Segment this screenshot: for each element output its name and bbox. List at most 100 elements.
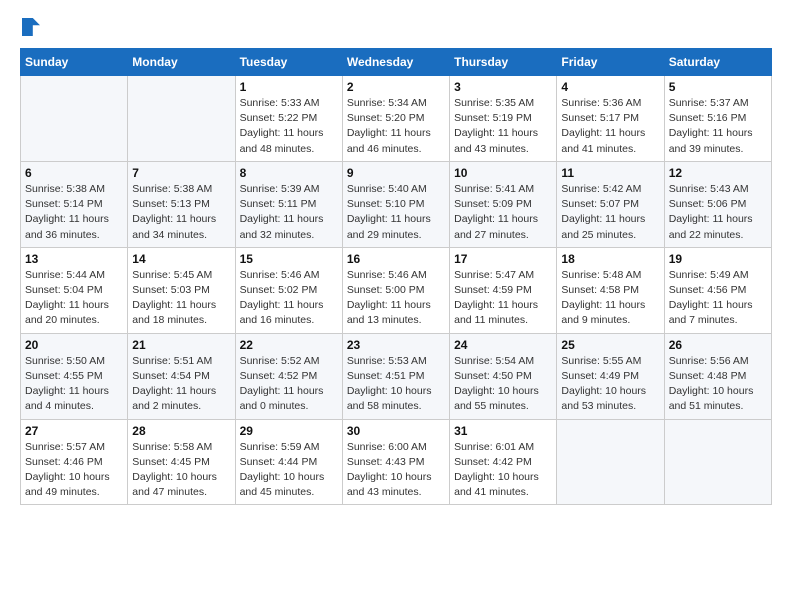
- calendar-cell: [21, 76, 128, 162]
- day-info: Sunrise: 5:33 AM Sunset: 5:22 PM Dayligh…: [240, 96, 338, 157]
- calendar-cell: 7 Sunrise: 5:38 AM Sunset: 5:13 PM Daylig…: [128, 161, 235, 247]
- calendar-cell: 9 Sunrise: 5:40 AM Sunset: 5:10 PM Daylig…: [342, 161, 449, 247]
- page-header: [20, 20, 772, 32]
- calendar-cell: 14 Sunrise: 5:45 AM Sunset: 5:03 PM Dayli…: [128, 247, 235, 333]
- calendar-week-row: 13 Sunrise: 5:44 AM Sunset: 5:04 PM Dayli…: [21, 247, 772, 333]
- day-number: 9: [347, 166, 445, 180]
- day-number: 30: [347, 424, 445, 438]
- day-number: 20: [25, 338, 123, 352]
- day-number: 29: [240, 424, 338, 438]
- calendar-cell: 22 Sunrise: 5:52 AM Sunset: 4:52 PM Dayli…: [235, 333, 342, 419]
- calendar-cell: 8Sunrise: 5:39 AM Sunset: 5:11 PM Daylig…: [235, 161, 342, 247]
- calendar-week-row: 1 Sunrise: 5:33 AM Sunset: 5:22 PM Daylig…: [21, 76, 772, 162]
- day-number: 3: [454, 80, 552, 94]
- day-info: Sunrise: 5:38 AM Sunset: 5:13 PM Dayligh…: [132, 182, 230, 243]
- day-info: Sunrise: 5:47 AM Sunset: 4:59 PM Dayligh…: [454, 268, 552, 329]
- logo: [20, 20, 40, 32]
- calendar-cell: 28Sunrise: 5:58 AM Sunset: 4:45 PM Dayli…: [128, 419, 235, 505]
- day-info: Sunrise: 5:50 AM Sunset: 4:55 PM Dayligh…: [25, 354, 123, 415]
- day-number: 21: [132, 338, 230, 352]
- day-number: 19: [669, 252, 767, 266]
- day-number: 24: [454, 338, 552, 352]
- calendar-cell: 16Sunrise: 5:46 AM Sunset: 5:00 PM Dayli…: [342, 247, 449, 333]
- calendar-week-row: 27Sunrise: 5:57 AM Sunset: 4:46 PM Dayli…: [21, 419, 772, 505]
- day-number: 4: [561, 80, 659, 94]
- calendar-cell: 10 Sunrise: 5:41 AM Sunset: 5:09 PM Dayli…: [450, 161, 557, 247]
- day-info: Sunrise: 5:49 AM Sunset: 4:56 PM Dayligh…: [669, 268, 767, 329]
- day-info: Sunrise: 6:01 AM Sunset: 4:42 PM Dayligh…: [454, 440, 552, 501]
- day-info: Sunrise: 5:48 AM Sunset: 4:58 PM Dayligh…: [561, 268, 659, 329]
- day-info: Sunrise: 5:52 AM Sunset: 4:52 PM Dayligh…: [240, 354, 338, 415]
- calendar-cell: 30 Sunrise: 6:00 AM Sunset: 4:43 PM Dayli…: [342, 419, 449, 505]
- day-info: Sunrise: 6:00 AM Sunset: 4:43 PM Dayligh…: [347, 440, 445, 501]
- day-number: 25: [561, 338, 659, 352]
- calendar-header-thursday: Thursday: [450, 49, 557, 76]
- calendar-table: SundayMondayTuesdayWednesdayThursdayFrid…: [20, 48, 772, 505]
- day-info: Sunrise: 5:55 AM Sunset: 4:49 PM Dayligh…: [561, 354, 659, 415]
- day-number: 11: [561, 166, 659, 180]
- calendar-cell: 11Sunrise: 5:42 AM Sunset: 5:07 PM Dayli…: [557, 161, 664, 247]
- calendar-week-row: 20 Sunrise: 5:50 AM Sunset: 4:55 PM Dayli…: [21, 333, 772, 419]
- calendar-header-tuesday: Tuesday: [235, 49, 342, 76]
- day-number: 17: [454, 252, 552, 266]
- day-number: 18: [561, 252, 659, 266]
- day-number: 28: [132, 424, 230, 438]
- day-number: 2: [347, 80, 445, 94]
- day-number: 1: [240, 80, 338, 94]
- day-info: Sunrise: 5:44 AM Sunset: 5:04 PM Dayligh…: [25, 268, 123, 329]
- calendar-header-row: SundayMondayTuesdayWednesdayThursdayFrid…: [21, 49, 772, 76]
- day-info: Sunrise: 5:53 AM Sunset: 4:51 PM Dayligh…: [347, 354, 445, 415]
- day-number: 27: [25, 424, 123, 438]
- calendar-cell: 12Sunrise: 5:43 AM Sunset: 5:06 PM Dayli…: [664, 161, 771, 247]
- day-info: Sunrise: 5:37 AM Sunset: 5:16 PM Dayligh…: [669, 96, 767, 157]
- day-number: 7: [132, 166, 230, 180]
- day-info: Sunrise: 5:34 AM Sunset: 5:20 PM Dayligh…: [347, 96, 445, 157]
- calendar-cell: 27Sunrise: 5:57 AM Sunset: 4:46 PM Dayli…: [21, 419, 128, 505]
- day-info: Sunrise: 5:36 AM Sunset: 5:17 PM Dayligh…: [561, 96, 659, 157]
- calendar-cell: 5 Sunrise: 5:37 AM Sunset: 5:16 PM Daylig…: [664, 76, 771, 162]
- calendar-cell: 31 Sunrise: 6:01 AM Sunset: 4:42 PM Dayli…: [450, 419, 557, 505]
- calendar-cell: 29 Sunrise: 5:59 AM Sunset: 4:44 PM Dayli…: [235, 419, 342, 505]
- day-number: 10: [454, 166, 552, 180]
- day-number: 26: [669, 338, 767, 352]
- day-number: 5: [669, 80, 767, 94]
- day-info: Sunrise: 5:38 AM Sunset: 5:14 PM Dayligh…: [25, 182, 123, 243]
- calendar-cell: 25 Sunrise: 5:55 AM Sunset: 4:49 PM Dayli…: [557, 333, 664, 419]
- calendar-cell: 4 Sunrise: 5:36 AM Sunset: 5:17 PM Daylig…: [557, 76, 664, 162]
- day-info: Sunrise: 5:46 AM Sunset: 5:02 PM Dayligh…: [240, 268, 338, 329]
- day-number: 14: [132, 252, 230, 266]
- calendar-cell: 3 Sunrise: 5:35 AM Sunset: 5:19 PM Daylig…: [450, 76, 557, 162]
- day-number: 12: [669, 166, 767, 180]
- logo-icon: [22, 18, 40, 36]
- day-info: Sunrise: 5:51 AM Sunset: 4:54 PM Dayligh…: [132, 354, 230, 415]
- calendar-header-sunday: Sunday: [21, 49, 128, 76]
- day-number: 8: [240, 166, 338, 180]
- day-number: 13: [25, 252, 123, 266]
- calendar-cell: [664, 419, 771, 505]
- calendar-cell: 26 Sunrise: 5:56 AM Sunset: 4:48 PM Dayli…: [664, 333, 771, 419]
- calendar-cell: 19 Sunrise: 5:49 AM Sunset: 4:56 PM Dayli…: [664, 247, 771, 333]
- day-number: 15: [240, 252, 338, 266]
- calendar-cell: 15 Sunrise: 5:46 AM Sunset: 5:02 PM Dayli…: [235, 247, 342, 333]
- day-info: Sunrise: 5:46 AM Sunset: 5:00 PM Dayligh…: [347, 268, 445, 329]
- calendar-cell: 18 Sunrise: 5:48 AM Sunset: 4:58 PM Dayli…: [557, 247, 664, 333]
- calendar-header-saturday: Saturday: [664, 49, 771, 76]
- day-info: Sunrise: 5:59 AM Sunset: 4:44 PM Dayligh…: [240, 440, 338, 501]
- calendar-cell: 17 Sunrise: 5:47 AM Sunset: 4:59 PM Dayli…: [450, 247, 557, 333]
- calendar-cell: 1 Sunrise: 5:33 AM Sunset: 5:22 PM Daylig…: [235, 76, 342, 162]
- calendar-header-wednesday: Wednesday: [342, 49, 449, 76]
- calendar-cell: 23Sunrise: 5:53 AM Sunset: 4:51 PM Dayli…: [342, 333, 449, 419]
- calendar-cell: 20 Sunrise: 5:50 AM Sunset: 4:55 PM Dayli…: [21, 333, 128, 419]
- day-info: Sunrise: 5:41 AM Sunset: 5:09 PM Dayligh…: [454, 182, 552, 243]
- day-info: Sunrise: 5:35 AM Sunset: 5:19 PM Dayligh…: [454, 96, 552, 157]
- day-number: 31: [454, 424, 552, 438]
- day-number: 22: [240, 338, 338, 352]
- day-info: Sunrise: 5:45 AM Sunset: 5:03 PM Dayligh…: [132, 268, 230, 329]
- calendar-week-row: 6Sunrise: 5:38 AM Sunset: 5:14 PM Daylig…: [21, 161, 772, 247]
- calendar-cell: 13 Sunrise: 5:44 AM Sunset: 5:04 PM Dayli…: [21, 247, 128, 333]
- calendar-cell: 21 Sunrise: 5:51 AM Sunset: 4:54 PM Dayli…: [128, 333, 235, 419]
- calendar-cell: 24Sunrise: 5:54 AM Sunset: 4:50 PM Dayli…: [450, 333, 557, 419]
- day-info: Sunrise: 5:40 AM Sunset: 5:10 PM Dayligh…: [347, 182, 445, 243]
- calendar-cell: [128, 76, 235, 162]
- day-info: Sunrise: 5:56 AM Sunset: 4:48 PM Dayligh…: [669, 354, 767, 415]
